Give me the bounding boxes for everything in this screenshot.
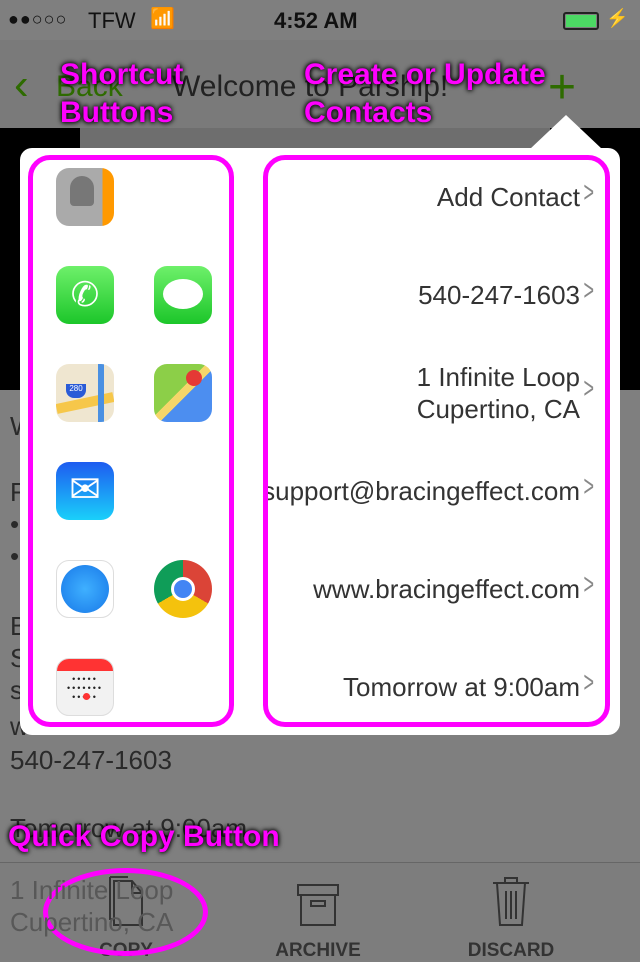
signal-icon: ●●○○○ [8, 9, 68, 29]
trash-icon [493, 877, 529, 926]
discard-button[interactable]: DISCARD [441, 873, 581, 962]
discard-label: DISCARD [467, 940, 555, 961]
bg-address: Cupertino, CA [10, 907, 174, 937]
bg-phone: 540-247-1603 [10, 745, 172, 775]
shortcut-highlight [28, 155, 234, 727]
contacts-highlight [263, 155, 610, 727]
time: 4:52 AM [274, 8, 358, 33]
annotation-create: Create or Update Contacts [304, 58, 546, 129]
bg-text: • [10, 509, 20, 539]
archive-label: ARCHIVE [275, 940, 361, 961]
back-chevron-icon[interactable]: ‹ [14, 60, 29, 110]
bg-text: • [10, 541, 20, 571]
annotation-shortcut: Shortcut Buttons [60, 58, 184, 129]
annotation-copy: Quick Copy Button [8, 820, 280, 853]
carrier: TFW [88, 8, 136, 33]
archive-button[interactable]: ARCHIVE [248, 873, 388, 962]
status-bar: ●●○○○ TFW 📶 4:52 AM ⚡ [0, 0, 640, 40]
battery-icon [563, 12, 599, 30]
archive-icon [297, 884, 339, 926]
wifi-icon: 📶 [150, 8, 175, 30]
charging-icon: ⚡ [606, 8, 629, 28]
bg-address: 1 Infinite Loop [10, 875, 174, 905]
